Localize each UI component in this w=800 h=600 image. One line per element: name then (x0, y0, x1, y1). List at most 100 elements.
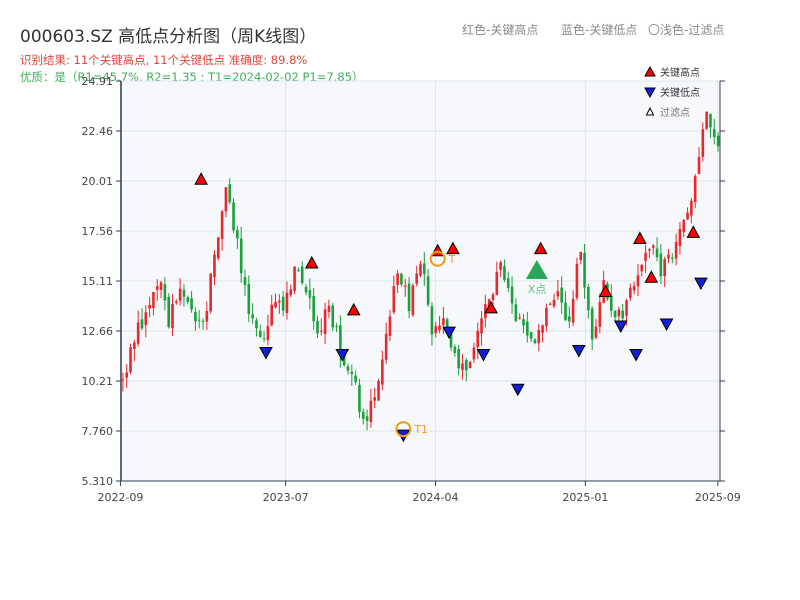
y-tick-label: 20.01 (82, 175, 114, 188)
candle-body (667, 254, 670, 259)
legend-label: 关键低点 (660, 86, 700, 99)
candle-body (453, 346, 457, 353)
candle-body (583, 252, 586, 288)
candle-body (472, 347, 476, 360)
candle-body (354, 375, 357, 383)
candle-body (274, 301, 277, 308)
candle-body (434, 326, 438, 334)
candle-body (716, 135, 720, 147)
candle-body (598, 302, 602, 327)
legend-symbol (644, 65, 656, 77)
candle-body (590, 308, 594, 340)
marked-point-label: T1 (413, 423, 428, 436)
candle-body (423, 263, 426, 274)
candle-body (560, 287, 563, 303)
candle-body (182, 289, 186, 297)
candle-body (613, 310, 617, 318)
candle-body (682, 219, 686, 233)
y-tick-label: 24.91 (82, 75, 114, 88)
candle-body (514, 304, 518, 321)
candle-body (617, 309, 621, 317)
candle-body (564, 302, 567, 321)
y-tick-label: 5.310 (82, 475, 114, 488)
candle-body (197, 319, 201, 321)
candle-body (316, 320, 319, 334)
candle-body (323, 309, 327, 334)
candle-body (690, 200, 693, 216)
candle-body (346, 366, 350, 371)
candle-body (457, 349, 460, 369)
candle-body (693, 176, 697, 203)
x-tick-label: 2024-04 (413, 491, 459, 504)
y-tick-label: 22.46 (82, 125, 114, 138)
candle-body (163, 284, 167, 301)
candle-body (270, 304, 274, 326)
candle-body (407, 283, 411, 312)
candle-body (575, 263, 579, 299)
candle-body (293, 266, 296, 291)
candle-body (636, 275, 640, 287)
candle-body (144, 312, 148, 326)
candle-body (190, 298, 193, 310)
candle-body (308, 290, 312, 298)
candle-body (499, 262, 502, 270)
candle-body (262, 338, 266, 340)
candle-body (159, 282, 163, 290)
candle-body (392, 286, 396, 313)
candle-body (697, 157, 701, 175)
candle (293, 266, 296, 295)
candle-body (289, 289, 293, 296)
candle-body (255, 320, 258, 329)
candle-body (228, 184, 232, 203)
candle-body (476, 330, 480, 348)
candle-body (712, 129, 716, 138)
legend-label: 过滤点 (660, 106, 690, 119)
candle-body (247, 284, 251, 315)
candle-body (594, 326, 598, 338)
candle-body (178, 288, 182, 301)
candle-body (495, 272, 499, 295)
candle-body (232, 202, 235, 231)
candle-body (194, 311, 197, 322)
candle-body (686, 212, 689, 220)
y-tick-label: 17.56 (82, 225, 114, 238)
candle-body (331, 305, 335, 328)
candle (377, 378, 380, 401)
candle-body (537, 329, 541, 344)
candle-body (369, 400, 373, 423)
candle-body (579, 252, 583, 261)
candle-body (632, 285, 636, 291)
candle-body (625, 300, 628, 316)
candle (216, 237, 220, 261)
candle-body (533, 339, 537, 344)
candle (411, 283, 415, 317)
candle-body (659, 253, 663, 277)
candle-body (220, 211, 224, 239)
candle-body (155, 286, 159, 290)
candle-body (377, 381, 380, 401)
candle-body (529, 332, 533, 339)
candle (575, 257, 579, 301)
candle-body (121, 379, 125, 381)
candle (468, 360, 472, 369)
candle-body (209, 273, 212, 312)
candle-body (400, 273, 403, 285)
candle-body (136, 322, 140, 344)
candle-body (350, 371, 354, 375)
candle (167, 293, 170, 329)
candle (331, 302, 335, 332)
marked-point-label: T (448, 253, 456, 266)
y-tick-label: 7.760 (82, 425, 114, 438)
candle-body (571, 298, 575, 323)
candle-body (361, 411, 365, 419)
candle-body (152, 292, 155, 309)
candle-body (510, 286, 514, 304)
candle-body (526, 321, 529, 336)
candle-body (426, 276, 430, 305)
candle-body (224, 187, 228, 212)
candle-body (522, 319, 525, 326)
candle-body (133, 342, 136, 350)
candle (129, 343, 132, 375)
candle-body (461, 363, 464, 370)
candle-body (464, 359, 468, 371)
